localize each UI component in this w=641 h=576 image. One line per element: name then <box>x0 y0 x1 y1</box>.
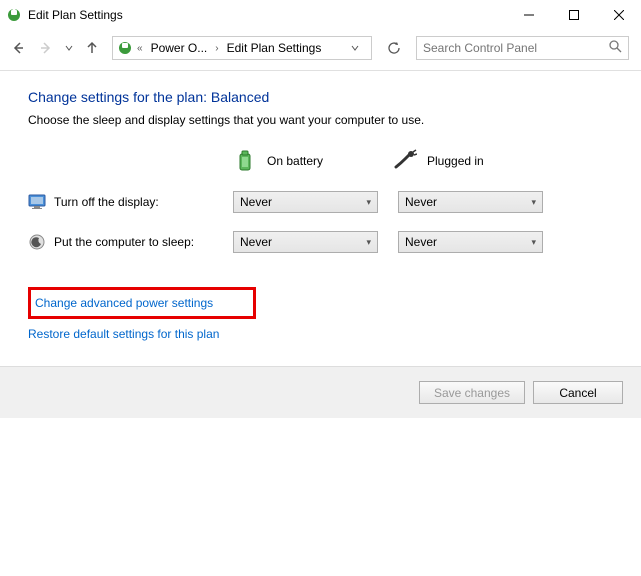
save-button[interactable]: Save changes <box>419 381 525 404</box>
sleep-plugged-select[interactable]: Never ▾ <box>398 231 543 253</box>
search-icon <box>609 40 622 56</box>
breadcrumb-chevron-left: « <box>135 43 145 54</box>
minimize-button[interactable] <box>506 0 551 30</box>
breadcrumb-segment-1[interactable]: Power O... <box>147 41 212 55</box>
sleep-battery-select[interactable]: Never ▾ <box>233 231 378 253</box>
breadcrumb[interactable]: « Power O... › Edit Plan Settings <box>112 36 372 60</box>
setting-sleep-row: Put the computer to sleep: Never ▾ Never… <box>28 231 613 253</box>
display-plugged-select[interactable]: Never ▾ <box>398 191 543 213</box>
close-button[interactable] <box>596 0 641 30</box>
titlebar: Edit Plan Settings <box>0 0 641 30</box>
recent-dropdown[interactable] <box>62 36 76 60</box>
chevron-right-icon: › <box>213 43 220 54</box>
search-input[interactable] <box>423 41 609 55</box>
restore-defaults-link[interactable]: Restore default settings for this plan <box>28 327 219 341</box>
chevron-down-icon: ▾ <box>531 237 536 248</box>
display-icon <box>28 193 46 211</box>
chevron-down-icon: ▾ <box>366 237 371 248</box>
search-box[interactable] <box>416 36 629 60</box>
window-title: Edit Plan Settings <box>28 8 506 22</box>
maximize-button[interactable] <box>551 0 596 30</box>
plug-icon <box>393 149 417 173</box>
refresh-button[interactable] <box>382 36 406 60</box>
highlight-box: Change advanced power settings <box>28 287 256 319</box>
breadcrumb-icon <box>117 40 133 56</box>
up-button[interactable] <box>80 36 104 60</box>
sleep-label: Put the computer to sleep: <box>54 235 194 249</box>
navbar: « Power O... › Edit Plan Settings <box>0 30 641 66</box>
sleep-icon <box>28 233 46 251</box>
forward-button[interactable] <box>34 36 58 60</box>
battery-label: On battery <box>267 154 323 168</box>
footer: Save changes Cancel <box>0 366 641 418</box>
setting-display-row: Turn off the display: Never ▾ Never ▾ <box>28 191 613 213</box>
chevron-down-icon: ▾ <box>531 197 536 208</box>
battery-icon <box>233 149 257 173</box>
cancel-button[interactable]: Cancel <box>533 381 623 404</box>
display-battery-select[interactable]: Never ▾ <box>233 191 378 213</box>
breadcrumb-segment-2[interactable]: Edit Plan Settings <box>223 41 326 55</box>
app-icon <box>6 7 22 23</box>
display-label: Turn off the display: <box>54 195 159 209</box>
chevron-down-icon: ▾ <box>366 197 371 208</box>
back-button[interactable] <box>6 36 30 60</box>
advanced-settings-link[interactable]: Change advanced power settings <box>35 296 213 310</box>
page-subtext: Choose the sleep and display settings th… <box>28 113 613 127</box>
content-area: Change settings for the plan: Balanced C… <box>0 71 641 365</box>
page-heading: Change settings for the plan: Balanced <box>28 89 613 105</box>
breadcrumb-dropdown[interactable] <box>343 44 367 52</box>
plugged-label: Plugged in <box>427 154 484 168</box>
